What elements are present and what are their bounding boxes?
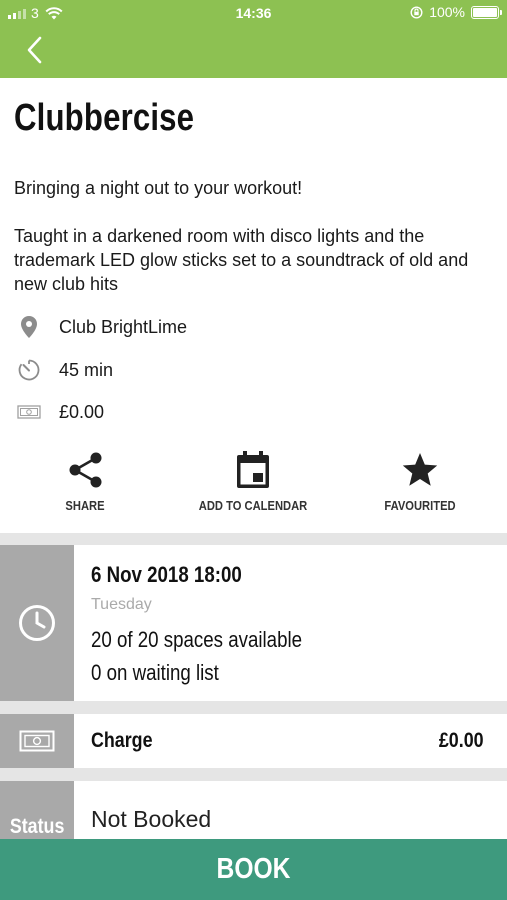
status-bar: 3 14:36 100% [0, 0, 507, 28]
duration-row: 45 min [14, 355, 113, 385]
app-header: 3 14:36 100% [0, 0, 507, 78]
rotation-lock-icon [410, 5, 423, 19]
star-icon [335, 448, 505, 492]
money-icon [19, 730, 55, 752]
favourite-button[interactable]: FAVOURITED [335, 448, 505, 513]
page-title: Clubbercise [14, 97, 195, 139]
location-text: Club BrightLime [59, 316, 188, 337]
action-bar: SHARE ADD TO CALENDAR FAVOURITED [0, 448, 507, 528]
timer-icon [14, 355, 44, 385]
charge-label: Charge [91, 729, 153, 752]
share-icon [0, 448, 170, 492]
chevron-left-icon[interactable] [20, 32, 50, 68]
class-description: Taught in a darkened room with disco lig… [14, 226, 469, 294]
battery-percent: 100% [429, 4, 465, 20]
location-row: Club BrightLime [14, 312, 187, 342]
slot-day: Tuesday [91, 596, 152, 613]
price-row: £0.00 [14, 397, 104, 427]
status-label-panel: Status [0, 781, 74, 839]
add-to-calendar-label: ADD TO CALENDAR [198, 498, 308, 513]
waiting-list: 0 on waiting list [91, 660, 219, 685]
money-icon [14, 397, 44, 427]
share-button[interactable]: SHARE [0, 448, 170, 513]
divider [0, 768, 507, 781]
slot-datetime: 6 Nov 2018 18:00 [91, 562, 242, 587]
battery-icon [471, 5, 502, 19]
book-button[interactable]: BOOK [0, 839, 507, 900]
slot-icon-panel [0, 545, 74, 701]
divider [0, 701, 507, 714]
charge-value: £0.00 [439, 729, 484, 752]
add-to-calendar-button[interactable]: ADD TO CALENDAR [168, 448, 338, 513]
battery-area: 100% [410, 4, 502, 20]
favourited-label: FAVOURITED [384, 498, 456, 513]
spaces-available: 20 of 20 spaces available [91, 627, 303, 652]
class-tagline: Bringing a night out to your workout! [14, 178, 303, 198]
charge-icon-panel [0, 714, 74, 768]
share-label: SHARE [65, 498, 105, 513]
price-text: £0.00 [59, 401, 105, 422]
book-button-label: BOOK [216, 853, 291, 885]
booking-status: Not Booked [91, 806, 212, 832]
divider [0, 533, 507, 545]
status-label: Status [9, 815, 65, 838]
location-pin-icon [14, 312, 44, 342]
calendar-icon [168, 448, 338, 492]
clock-icon [19, 605, 55, 641]
duration-text: 45 min [59, 359, 114, 380]
